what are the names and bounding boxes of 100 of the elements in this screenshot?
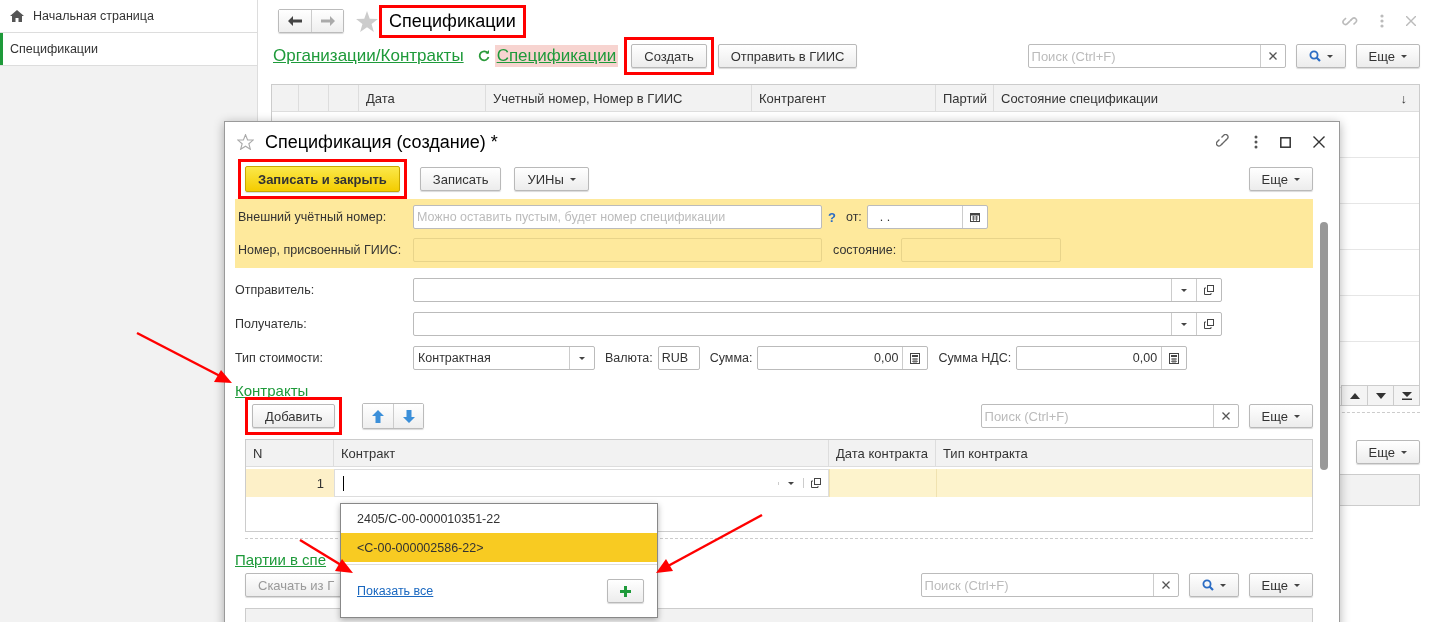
back-button[interactable] <box>279 10 311 32</box>
up-arrow-icon <box>372 409 385 423</box>
search-box[interactable]: Поиск (Ctrl+F) <box>1027 44 1286 68</box>
caret-icon <box>1219 583 1226 587</box>
save-button[interactable]: Записать <box>419 167 502 191</box>
search-icon <box>1201 579 1214 591</box>
caret-icon <box>788 481 794 485</box>
contract-cell[interactable] <box>334 469 829 497</box>
column-header[interactable]: Партий <box>943 90 987 106</box>
clear-icon[interactable] <box>1161 581 1170 589</box>
input-field[interactable]: RUB <box>657 346 700 370</box>
vat-value: 0,00 <box>1131 350 1159 367</box>
search-button[interactable] <box>1295 44 1346 68</box>
section-link[interactable]: Партии в спе <box>235 551 327 568</box>
field-label: Отправитель: <box>235 283 316 297</box>
search-button[interactable] <box>1188 573 1239 597</box>
sidebar-item[interactable]: Начальная страница <box>0 0 257 33</box>
row-number-cell: 1 <box>246 469 334 497</box>
move-down-button[interactable] <box>393 404 424 428</box>
caret-icon <box>1294 583 1300 587</box>
down-arrow-icon <box>402 409 415 423</box>
move-up-button[interactable] <box>363 404 394 428</box>
caret-icon <box>1401 54 1407 58</box>
field-label: Внешний учётный номер: <box>238 210 388 224</box>
breadcrumb-link[interactable]: Организации/Контракты <box>271 45 466 67</box>
input-field[interactable]: Можно оставить пустым, будет номер спецификации <box>413 205 822 229</box>
link-icon[interactable] <box>1216 134 1232 150</box>
help-link[interactable]: ? <box>828 209 836 225</box>
close-icon[interactable] <box>1313 136 1325 148</box>
home-icon <box>10 10 24 22</box>
show-all-link[interactable]: Показать все <box>357 584 434 598</box>
date-field[interactable]: . . <box>866 205 988 229</box>
search-input[interactable]: Поиск (Ctrl+F) <box>1028 45 1260 67</box>
add-button[interactable]: Добавить <box>252 404 336 428</box>
refresh-icon[interactable] <box>477 50 490 62</box>
field-label: Тип стоимости: <box>235 351 325 365</box>
sidebar-item[interactable]: Спецификации <box>0 33 257 66</box>
down-triangle-icon <box>1375 392 1386 399</box>
column-header[interactable]: Контрагент <box>759 90 827 106</box>
column-header[interactable]: N <box>253 445 263 461</box>
dropdown-option[interactable]: 2405/С-00-000010351-22 <box>341 504 657 533</box>
search-input[interactable]: Поиск (Ctrl+F) <box>921 574 1153 596</box>
dropdown-option[interactable]: <С-00-000002586-22> <box>341 533 657 562</box>
caret-icon <box>1401 450 1407 454</box>
section-link[interactable]: Контракты <box>235 382 309 399</box>
field-label: Валюта: <box>605 351 653 365</box>
column-header[interactable]: Состояние спецификации <box>1001 90 1159 106</box>
search-input[interactable]: Поиск (Ctrl+F) <box>981 405 1213 427</box>
caret-icon <box>1326 54 1333 58</box>
number-field[interactable]: 0,00 <box>1016 346 1188 370</box>
column-header[interactable]: Дата <box>366 90 395 106</box>
clear-icon[interactable] <box>1221 412 1230 420</box>
field-label: Сумма: <box>709 351 753 365</box>
more-button[interactable]: Еще <box>1355 44 1420 68</box>
right-arrow-icon <box>320 16 335 26</box>
text-cursor <box>343 475 344 491</box>
field-label: Номер, присвоенный ГИИС: <box>238 243 403 257</box>
menu-button[interactable]: УИНы <box>514 167 589 191</box>
caret-icon <box>1181 288 1187 292</box>
calendar-icon <box>969 212 980 222</box>
calculator-icon <box>910 352 921 364</box>
caret-icon <box>1294 177 1300 181</box>
search-box[interactable]: Поиск (Ctrl+F) <box>920 573 1179 597</box>
column-header[interactable]: Тип контракта <box>943 445 1028 461</box>
search-icon <box>1308 50 1321 62</box>
sidebar-label: Начальная страница <box>33 9 154 23</box>
clear-icon[interactable] <box>1268 52 1277 60</box>
sum-value: 0,00 <box>873 350 900 367</box>
more-button[interactable]: Еще <box>1248 404 1313 428</box>
sort-arrow[interactable]: ↓ <box>1400 90 1407 106</box>
sidebar-label: Спецификации <box>10 42 98 56</box>
star-icon[interactable] <box>356 10 378 32</box>
more-button[interactable]: Еще <box>1355 440 1420 464</box>
search-box[interactable]: Поиск (Ctrl+F) <box>980 404 1239 428</box>
maximize-icon[interactable] <box>1280 136 1291 148</box>
select-field[interactable]: Контрактная <box>413 346 595 370</box>
toolbar-button[interactable]: Создать <box>631 44 707 68</box>
caret-icon <box>1294 414 1300 418</box>
toolbar-button[interactable]: Отправить в ГИИС <box>717 44 858 68</box>
up-triangle-icon <box>1349 392 1360 399</box>
scroll-end-icon <box>1401 391 1412 400</box>
caret-icon <box>579 356 585 360</box>
more-icon[interactable] <box>1254 135 1258 149</box>
field-label: Сумма НДС: <box>938 351 1012 365</box>
caret-icon <box>1181 322 1187 326</box>
more-button[interactable]: Еще <box>1248 573 1313 597</box>
add-button[interactable] <box>607 579 644 603</box>
more-button[interactable]: Еще <box>1248 167 1313 191</box>
caret-icon <box>569 177 576 181</box>
column-header[interactable]: Дата контракта <box>836 445 928 461</box>
open-icon <box>1204 285 1214 295</box>
column-header[interactable]: Контракт <box>341 445 396 461</box>
calculator-icon <box>1169 352 1180 364</box>
column-header[interactable]: Учетный номер, Номер в ГИИС <box>493 90 683 106</box>
star-icon[interactable] <box>237 134 254 150</box>
number-field[interactable]: 0,00 <box>757 346 929 370</box>
input-field[interactable] <box>413 312 1222 336</box>
save-and-close-button[interactable]: Записать и закрыть <box>245 166 400 192</box>
plus-icon <box>620 585 631 597</box>
input-field[interactable] <box>413 278 1222 302</box>
